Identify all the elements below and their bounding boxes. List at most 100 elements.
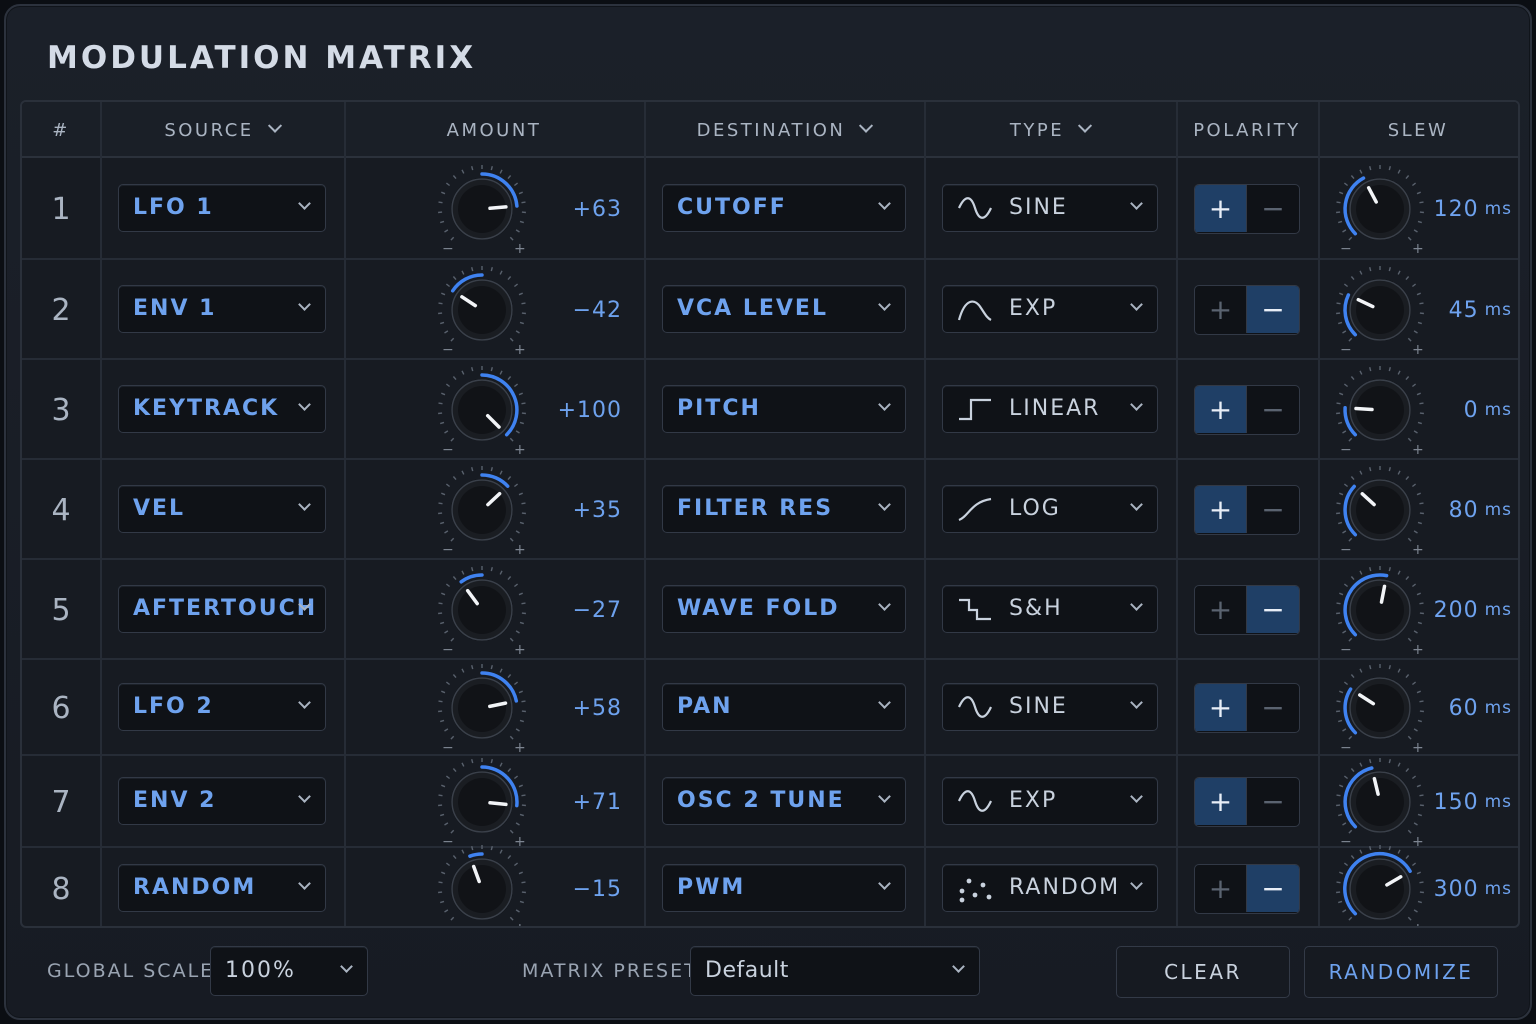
slew-knob[interactable]: −+ — [1332, 161, 1428, 257]
amount-knob[interactable]: −+ — [434, 562, 530, 658]
source-select[interactable]: LFO 1 — [118, 184, 326, 232]
amount-knob[interactable]: −+ — [434, 754, 530, 850]
svg-text:−: − — [442, 921, 454, 928]
source-select[interactable]: ENV 2 — [118, 777, 326, 825]
knob-pointer — [488, 205, 508, 211]
polarity-minus-button[interactable]: − — [1247, 865, 1299, 912]
polarity-toggle[interactable]: + − — [1194, 385, 1300, 435]
slew-knob[interactable]: −+ — [1332, 462, 1428, 558]
header-source[interactable]: SOURCE — [100, 102, 344, 158]
destination-select[interactable]: OSC 2 TUNE — [662, 777, 906, 825]
type-select[interactable]: EXP — [942, 777, 1158, 825]
slew-knob[interactable]: −+ — [1332, 841, 1428, 926]
chevron-down-icon — [298, 498, 311, 511]
amount-knob[interactable]: −+ — [434, 462, 530, 558]
amount-value: −42 — [572, 297, 622, 323]
svg-text:+: + — [1412, 342, 1424, 358]
destination-select[interactable]: PITCH — [662, 385, 906, 433]
header-polarity: POLARITY — [1176, 102, 1318, 158]
chevron-down-icon — [1078, 118, 1093, 133]
type-select[interactable]: RANDOM — [942, 864, 1158, 912]
amount-knob[interactable]: −+ — [434, 161, 530, 257]
type-select[interactable]: SINE — [942, 184, 1158, 232]
amount-knob[interactable]: −+ — [434, 841, 530, 928]
polarity-toggle[interactable]: + − — [1194, 184, 1300, 234]
slew-knob[interactable]: −+ — [1332, 362, 1428, 458]
polarity-plus-button[interactable]: + — [1195, 486, 1247, 533]
polarity-plus-button[interactable]: + — [1195, 185, 1247, 232]
randomize-button[interactable]: RANDOMIZE — [1304, 946, 1498, 998]
svg-text:+: + — [514, 342, 526, 358]
polarity-minus-button[interactable]: − — [1247, 684, 1299, 731]
destination-select[interactable]: PWM — [662, 864, 906, 912]
type-select[interactable]: EXP — [942, 285, 1158, 333]
slew-unit: ms — [1484, 300, 1512, 320]
amount-value: −27 — [572, 597, 622, 623]
polarity-plus-button[interactable]: + — [1195, 778, 1247, 825]
svg-text:+: + — [1412, 442, 1424, 458]
amount-knob[interactable]: −+ — [434, 660, 530, 756]
clear-button[interactable]: CLEAR — [1116, 946, 1290, 998]
header-destination[interactable]: DESTINATION — [644, 102, 924, 158]
matrix-preset-select[interactable]: Default — [690, 946, 980, 996]
amount-value: +71 — [572, 789, 622, 815]
slew-knob[interactable]: −+ — [1332, 262, 1428, 358]
svg-text:+: + — [514, 642, 526, 658]
source-value: ENV 2 — [133, 788, 217, 813]
amount-knob[interactable]: −+ — [434, 262, 530, 358]
destination-select[interactable]: WAVE FOLD — [662, 585, 906, 633]
source-select[interactable]: VEL — [118, 485, 326, 533]
polarity-toggle[interactable]: + − — [1194, 285, 1300, 335]
source-select[interactable]: RANDOM — [118, 864, 326, 912]
polarity-toggle[interactable]: + − — [1194, 864, 1300, 914]
polarity-minus-button[interactable]: − — [1247, 778, 1299, 825]
slew-knob[interactable]: −+ — [1332, 562, 1428, 658]
destination-select[interactable]: PAN — [662, 683, 906, 731]
source-select[interactable]: ENV 1 — [118, 285, 326, 333]
polarity-toggle[interactable]: + − — [1194, 585, 1300, 635]
polarity-plus-button[interactable]: + — [1195, 865, 1247, 912]
header-type[interactable]: TYPE — [924, 102, 1176, 158]
chevron-down-icon — [298, 696, 311, 709]
chevron-down-icon — [878, 790, 891, 803]
destination-value: VCA LEVEL — [677, 296, 828, 321]
exp-curve-icon — [957, 300, 992, 321]
slew-unit: ms — [1484, 199, 1512, 219]
slew-unit: ms — [1484, 792, 1512, 812]
source-select[interactable]: AFTERTOUCH — [118, 585, 326, 633]
type-select[interactable]: SINE — [942, 683, 1158, 731]
slew-knob[interactable]: −+ — [1332, 660, 1428, 756]
polarity-plus-button[interactable]: + — [1195, 586, 1247, 633]
type-value: EXP — [1009, 296, 1058, 321]
destination-select[interactable]: VCA LEVEL — [662, 285, 906, 333]
polarity-minus-button[interactable]: − — [1247, 586, 1299, 633]
matrix-row: 8RANDOM−+−15PWMRANDOM+−−+300ms — [22, 845, 1518, 926]
source-select[interactable]: LFO 2 — [118, 683, 326, 731]
global-scale-select[interactable]: 100% — [210, 946, 368, 996]
polarity-minus-button[interactable]: − — [1247, 386, 1299, 433]
slew-knob[interactable]: −+ — [1332, 754, 1428, 850]
header-polarity-label: POLARITY — [1193, 119, 1301, 141]
polarity-plus-button[interactable]: + — [1195, 684, 1247, 731]
amount-knob[interactable]: −+ — [434, 362, 530, 458]
type-select[interactable]: S&H — [942, 585, 1158, 633]
polarity-toggle[interactable]: + − — [1194, 777, 1300, 827]
polarity-plus-button[interactable]: + — [1195, 286, 1247, 333]
polarity-minus-button[interactable]: − — [1247, 486, 1299, 533]
destination-value: WAVE FOLD — [677, 596, 840, 621]
polarity-minus-button[interactable]: − — [1247, 286, 1299, 333]
type-select[interactable]: LINEAR — [942, 385, 1158, 433]
polarity-toggle[interactable]: + − — [1194, 485, 1300, 535]
destination-select[interactable]: FILTER RES — [662, 485, 906, 533]
knob-pointer — [488, 801, 508, 807]
slew-unit: ms — [1484, 500, 1512, 520]
polarity-plus-button[interactable]: + — [1195, 386, 1247, 433]
destination-select[interactable]: CUTOFF — [662, 184, 906, 232]
slew-unit: ms — [1484, 400, 1512, 420]
type-select[interactable]: LOG — [942, 485, 1158, 533]
svg-text:−: − — [1340, 342, 1352, 358]
polarity-minus-button[interactable]: − — [1247, 185, 1299, 232]
header-source-label: SOURCE — [164, 119, 254, 141]
source-select[interactable]: KEYTRACK — [118, 385, 326, 433]
polarity-toggle[interactable]: + − — [1194, 683, 1300, 733]
